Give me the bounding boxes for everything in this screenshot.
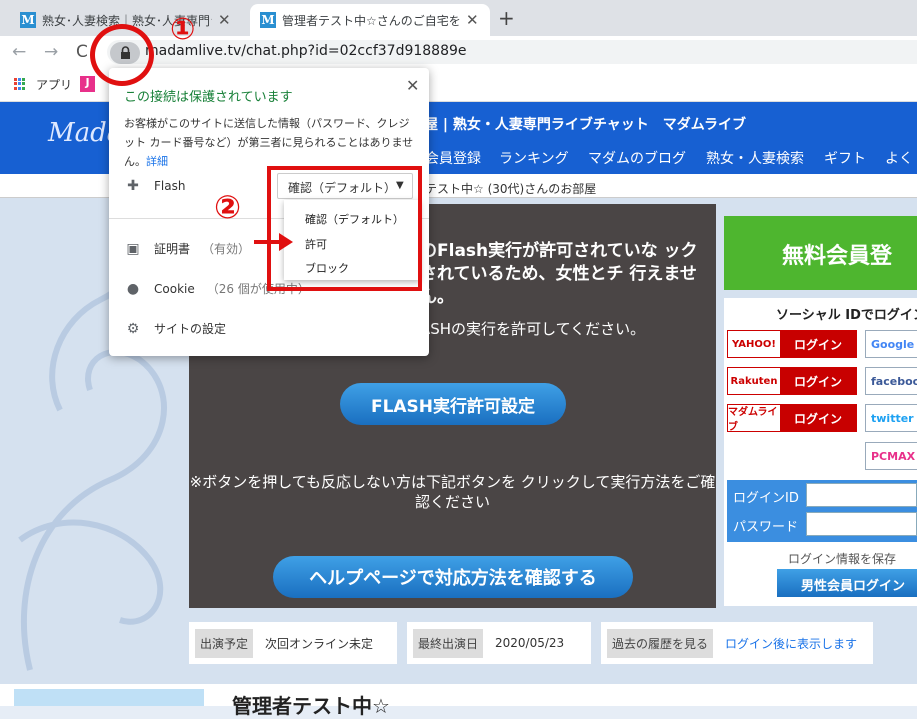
apps-bookmark[interactable]: アプリ bbox=[36, 76, 72, 93]
new-tab-icon[interactable]: + bbox=[498, 6, 515, 30]
nav-search[interactable]: 熟女・人妻検索 bbox=[706, 148, 804, 168]
close-tab-icon[interactable]: ✕ bbox=[218, 11, 231, 29]
last-appearance-info: 最終出演日 2020/05/23 bbox=[407, 622, 591, 664]
flash-allow-message: ASHの実行を許可してください。 bbox=[420, 320, 646, 338]
flash-permission-row: ✚ Flash bbox=[124, 178, 185, 194]
annotation-box bbox=[267, 166, 422, 291]
help-note: ※ボタンを押しても反応しない方は下記ボタンを クリックして実行方法をご確認くださ… bbox=[189, 473, 716, 511]
performer-name: 管理者テスト中☆ bbox=[232, 694, 390, 718]
close-icon[interactable]: ✕ bbox=[406, 76, 419, 95]
step-2-label: ② bbox=[214, 188, 242, 226]
nav-ranking[interactable]: ランキング bbox=[499, 148, 569, 168]
annotation-circle bbox=[90, 24, 154, 86]
password-input[interactable] bbox=[806, 512, 917, 536]
nav-faq[interactable]: よく bbox=[885, 148, 913, 168]
puzzle-icon: ✚ bbox=[127, 178, 139, 194]
social-login-title: ソーシャル IDでログイン bbox=[776, 308, 917, 323]
nav-blog[interactable]: マダムのブログ bbox=[588, 148, 686, 168]
profile-thumbnail bbox=[14, 689, 204, 706]
rakuten-login-button[interactable]: Rakuten ログイン bbox=[727, 367, 857, 395]
login-id-label: ログインID bbox=[733, 491, 799, 506]
facebook-login-button[interactable]: facebook bbox=[865, 367, 917, 395]
site-title: 屋 | 熟女・人妻専門ライブチャット マダムライブ bbox=[424, 117, 747, 133]
j-bookmark-icon[interactable]: J bbox=[80, 76, 95, 92]
schedule-info: 出演予定 次回オンライン未定 bbox=[189, 622, 397, 664]
tab-title: 管理者テスト中☆さんのご自宅を生中継 bbox=[282, 13, 460, 28]
apps-grid-icon[interactable] bbox=[14, 78, 26, 90]
gear-icon: ⚙ bbox=[126, 320, 140, 337]
annotation-arrow-icon bbox=[254, 240, 280, 244]
flash-blocked-message: のFlash実行が許可されていな ックされているため、女性とチ 行えません。 bbox=[420, 241, 698, 307]
madamlive-favicon-icon: M bbox=[20, 12, 36, 28]
site-settings-row[interactable]: ⚙ サイトの設定 bbox=[124, 320, 226, 337]
certificate-row[interactable]: ▣ 証明書 （有効） bbox=[124, 240, 250, 257]
step-1-label: ① bbox=[170, 12, 196, 47]
back-icon[interactable]: ← bbox=[12, 42, 26, 62]
annotation-arrowhead-icon bbox=[279, 233, 293, 251]
nav-register[interactable]: 会員登録 bbox=[425, 148, 481, 168]
certificate-icon: ▣ bbox=[126, 240, 140, 257]
connection-description: お客様がこのサイトに送信した情報（パスワード、クレジット カード番号など）が第三… bbox=[124, 117, 414, 168]
connection-secure-title: この接続は保護されています bbox=[124, 90, 293, 105]
close-tab-icon[interactable]: ✕ bbox=[466, 11, 479, 29]
twitter-login-button[interactable]: twitter bbox=[865, 404, 917, 432]
google-login-button[interactable]: Google bbox=[865, 330, 917, 358]
help-page-button[interactable]: ヘルプページで対応方法を確認する bbox=[273, 556, 633, 598]
breadcrumb: テスト中☆ (30代)さんのお部屋 bbox=[425, 182, 597, 196]
yahoo-login-button[interactable]: YAHOO! ログイン bbox=[727, 330, 857, 358]
male-login-button[interactable]: 男性会員ログイン bbox=[777, 569, 917, 597]
details-link[interactable]: 詳細 bbox=[146, 155, 168, 168]
free-register-button[interactable]: 無料会員登 bbox=[724, 216, 917, 290]
save-login-label[interactable]: ログイン情報を保存 bbox=[788, 550, 896, 567]
nav-gift[interactable]: ギフト bbox=[824, 148, 866, 168]
madamlive-favicon-icon: M bbox=[260, 12, 276, 28]
history-info: 過去の履歴を見る ログイン後に表示します bbox=[601, 622, 873, 664]
pcmax-login-button[interactable]: PCMAX bbox=[865, 442, 917, 470]
forward-icon[interactable]: → bbox=[44, 42, 58, 62]
cookie-icon: ● bbox=[126, 280, 140, 297]
login-id-input[interactable] bbox=[806, 483, 917, 507]
tab-active[interactable]: M 管理者テスト中☆さんのご自宅を生中継 ✕ bbox=[250, 4, 490, 36]
password-label: パスワード bbox=[733, 520, 799, 535]
reload-icon[interactable]: C bbox=[76, 42, 88, 62]
madamlive-login-button[interactable]: マダムライブ ログイン bbox=[727, 404, 857, 433]
flash-permission-button[interactable]: FLASH実行許可設定 bbox=[340, 383, 566, 425]
